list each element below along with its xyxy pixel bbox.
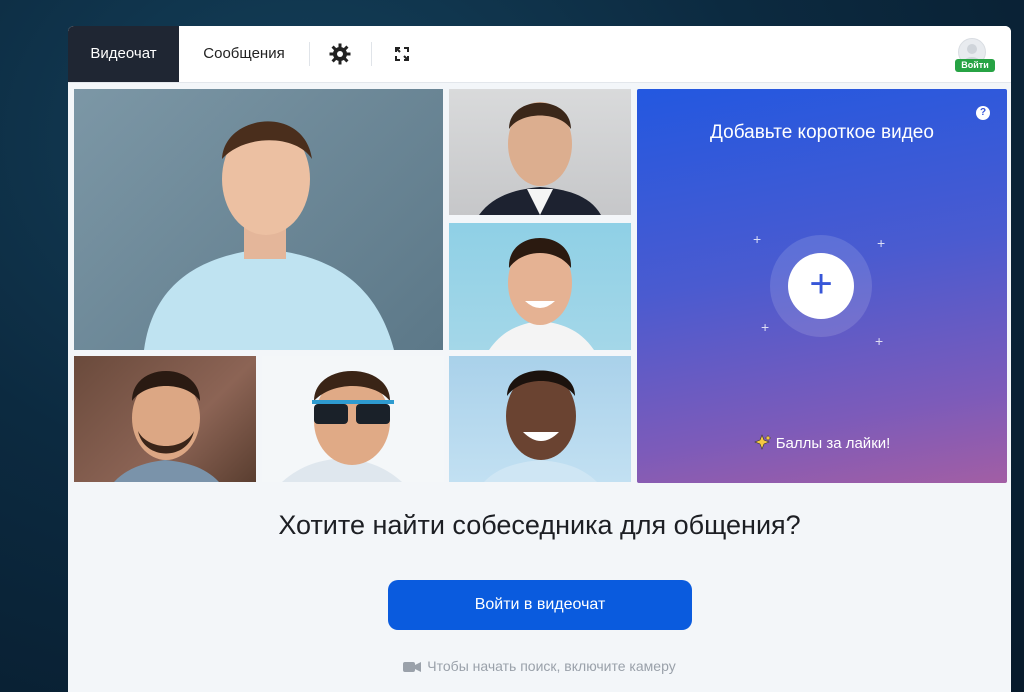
camera-hint: Чтобы начать поиск, включите камеру [68,658,1011,674]
person-photo-6 [484,370,597,482]
photo-grid: ? Добавьте короткое видео + + + + + Балл… [68,83,1011,488]
tab-videochat[interactable]: Видеочат [68,26,179,82]
video-camera-icon [403,662,422,673]
help-icon[interactable]: ? [976,106,990,120]
expand-icon [395,47,409,61]
plus-icon: + [788,253,854,319]
gear-icon [329,43,351,65]
user-photo [449,223,631,350]
user-photo [449,89,631,215]
tab-messages[interactable]: Сообщения [179,26,309,82]
app-window: Видеочат Сообщения Войти ? Добавьте коро… [68,26,1011,692]
add-video-button[interactable]: + [770,235,872,337]
sparkle-icon: + [877,235,886,251]
top-bar: Видеочат Сообщения Войти [68,26,1011,83]
sparkles-icon [753,434,772,450]
login-badge[interactable]: Войти [955,59,995,72]
camera-hint-text: Чтобы начать поиск, включите камеру [427,658,676,674]
sparkle-icon: + [761,319,770,335]
promo-footer-text: Баллы за лайки! [775,435,891,452]
promo-footer: Баллы за лайки! [637,434,1007,452]
person-photo-1 [144,121,394,350]
add-video-promo[interactable]: ? Добавьте короткое видео + + + + + Балл… [637,89,1007,483]
sparkle-icon: + [875,333,884,349]
enter-videochat-button[interactable]: Войти в видеочат [388,580,692,630]
sparkle-icon: + [753,231,762,247]
user-photo [74,89,443,350]
promo-title: Добавьте короткое видео [710,122,934,143]
page-title: Хотите найти собеседника для общения? [278,510,801,540]
divider [371,42,372,66]
fullscreen-button[interactable] [388,40,416,68]
person-photo-4 [114,371,219,482]
user-photo [74,356,256,482]
settings-button[interactable] [326,40,354,68]
person-photo-5 [282,371,402,482]
person-photo-2 [479,102,601,215]
divider [309,42,310,66]
user-photo [262,356,444,482]
user-photo [449,356,631,482]
person-photo-3 [489,238,594,350]
